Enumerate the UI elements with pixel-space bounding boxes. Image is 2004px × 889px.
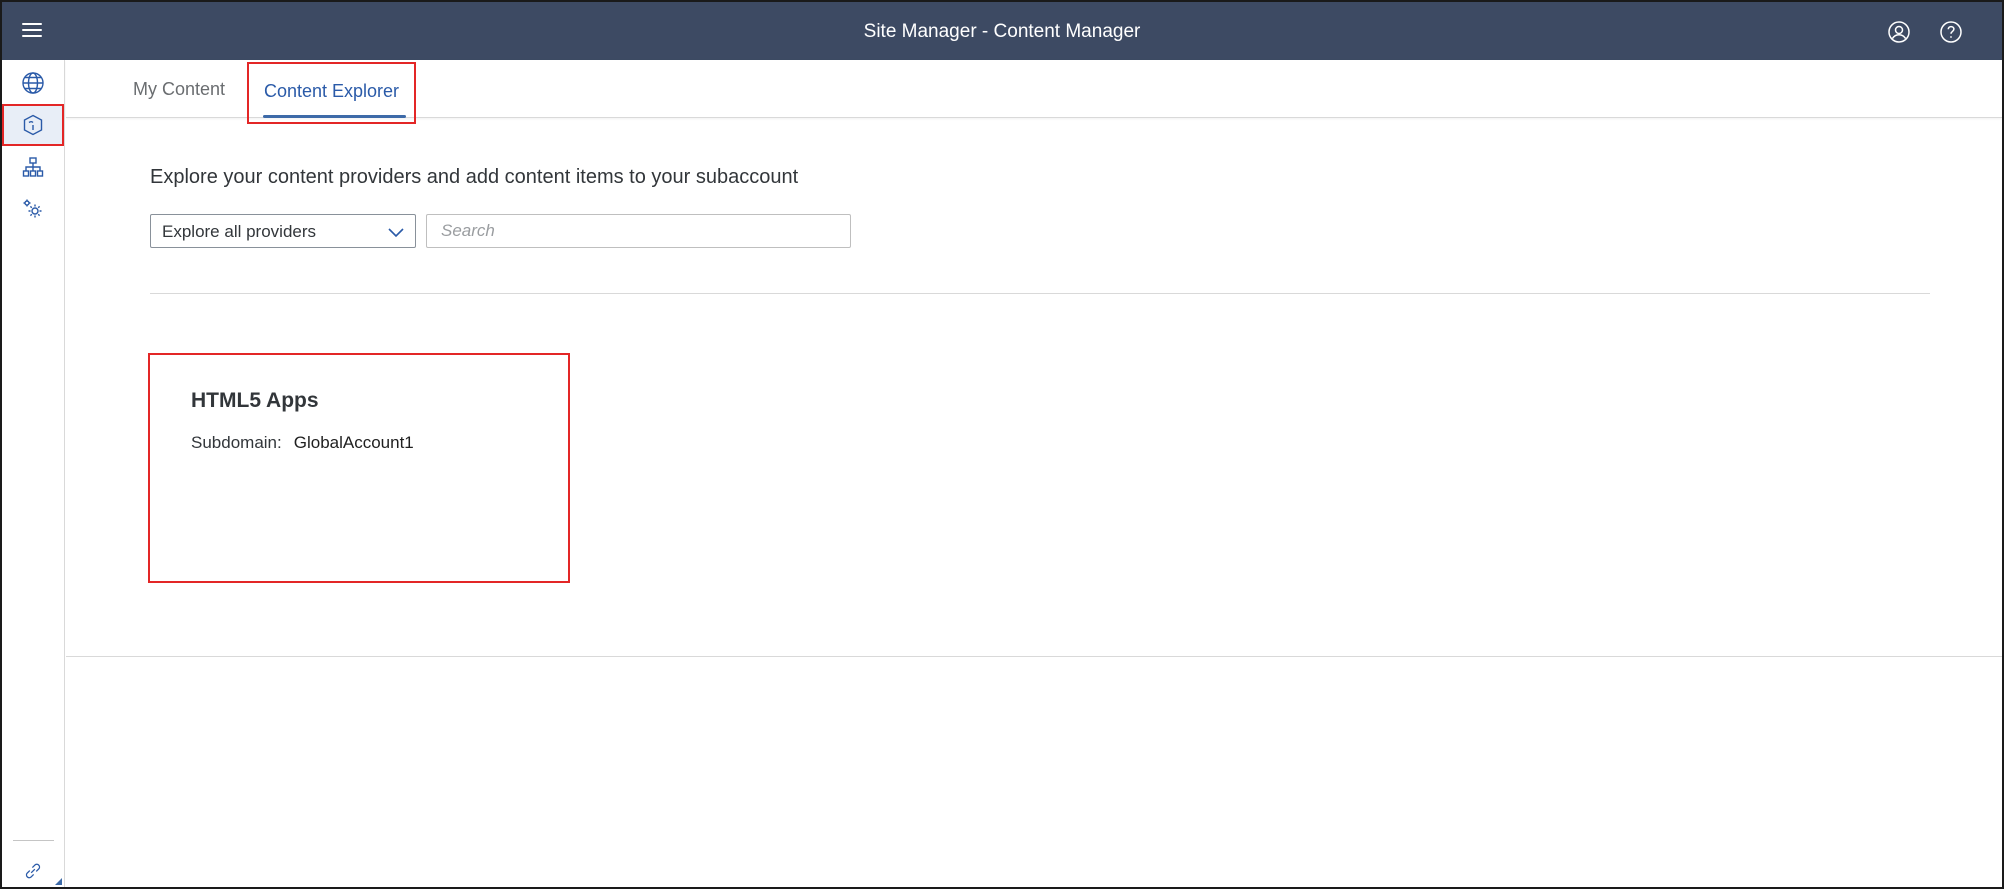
tab-selected-indicator — [263, 115, 406, 118]
help-icon[interactable] — [1939, 20, 1963, 44]
sidebar-item-hierarchy[interactable] — [2, 146, 64, 188]
link-icon — [25, 863, 41, 879]
provider-card-html5-apps[interactable]: HTML5 Apps Subdomain: GlobalAccount1 — [148, 353, 570, 583]
side-navigation — [2, 60, 65, 887]
chevron-down-icon — [388, 228, 404, 238]
resize-handle[interactable] — [55, 878, 62, 885]
subdomain-value: GlobalAccount1 — [293, 433, 414, 452]
provider-select[interactable]: Explore all providers — [150, 214, 416, 248]
search-input[interactable] — [426, 214, 851, 248]
hierarchy-icon — [22, 157, 44, 177]
content-bottom-divider — [66, 656, 2002, 657]
shell-header: Site Manager - Content Manager — [2, 2, 2002, 60]
settings-icon — [23, 199, 42, 218]
tab-bar: My Content Content Explorer — [66, 60, 2002, 124]
shell-title: Site Manager - Content Manager — [863, 21, 1141, 42]
subdomain-label: Subdomain: — [191, 433, 282, 452]
provider-select-value: Explore all providers — [162, 222, 317, 241]
page-intro: Explore your content providers and add c… — [150, 166, 799, 188]
sidebar-divider — [13, 840, 54, 841]
sidebar-item-content-manager[interactable] — [2, 104, 64, 146]
card-subdomain: Subdomain: GlobalAccount1 — [191, 433, 414, 453]
content-divider — [150, 293, 1930, 294]
sidebar-item-sites[interactable] — [2, 62, 64, 104]
card-title: HTML5 Apps — [191, 389, 319, 412]
user-icon[interactable] — [1887, 20, 1911, 44]
globe-icon — [22, 72, 44, 94]
sidebar-item-settings[interactable] — [2, 188, 64, 230]
tab-my-content[interactable]: My Content — [133, 60, 225, 118]
package-icon — [23, 114, 43, 136]
app-window: Site Manager - Content Manager My Conten… — [0, 0, 2004, 889]
